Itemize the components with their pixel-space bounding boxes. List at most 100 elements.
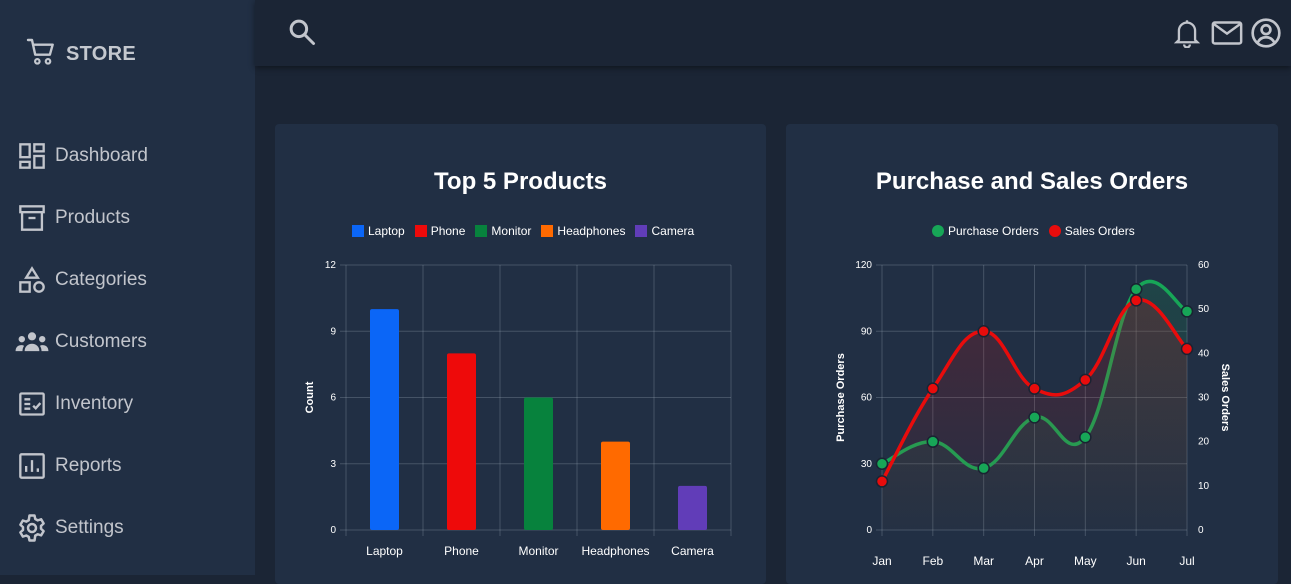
y-right-tick-label: 50 [1198, 304, 1210, 315]
legend-label: Headphones [557, 224, 626, 238]
point-sales-orders[interactable] [1180, 342, 1194, 356]
sidebar-item-label: Settings [55, 517, 124, 538]
point-sales-orders[interactable] [926, 382, 940, 395]
bar-camera[interactable] [678, 485, 707, 530]
sidebar-item-products[interactable]: Products [14, 198, 244, 238]
shapes-icon [14, 264, 50, 296]
line-chart: 0 30 60 90 120 0 10 20 30 40 50 60 Jan Feb Mar Apr May Ju… [835, 260, 1231, 568]
people-icon [14, 326, 50, 358]
y-left-axis-label: Purchase Orders [835, 353, 847, 442]
legend-item-purchase-orders[interactable]: Purchase Orders [932, 224, 1039, 238]
account-circle-icon[interactable] [1248, 15, 1284, 51]
legend-swatch [414, 225, 427, 237]
x-tick-label: Feb [922, 554, 943, 568]
bar-report-icon [14, 450, 50, 482]
point-purchase-orders[interactable] [1180, 305, 1194, 318]
chart-legend: Laptop Phone Monitor Headphones Camera [352, 223, 704, 239]
y-right-tick-label: 0 [1198, 525, 1204, 536]
legend-swatch [635, 225, 648, 237]
legend-item-laptop[interactable]: Laptop [352, 224, 405, 238]
sidebar: STORE Dashboard Products Categories Cust… [0, 0, 255, 575]
sidebar-item-customers[interactable]: Customers [14, 322, 244, 362]
bar-headphones[interactable] [601, 441, 630, 530]
sidebar-item-label: Reports [55, 455, 122, 476]
bar-laptop[interactable] [370, 309, 399, 530]
point-purchase-orders[interactable] [977, 461, 990, 475]
bell-icon[interactable] [1171, 16, 1203, 50]
y-right-tick-label: 30 [1198, 393, 1210, 404]
point-purchase-orders[interactable] [926, 435, 940, 448]
point-purchase-orders[interactable] [875, 457, 889, 470]
brand-label: STORE [66, 42, 137, 65]
point-sales-orders[interactable] [977, 325, 990, 338]
y-left-tick-label: 60 [861, 393, 873, 404]
legend-label: Phone [430, 224, 466, 238]
point-purchase-orders[interactable] [1079, 431, 1092, 444]
legend-item-sales-orders[interactable]: Sales Orders [1048, 224, 1135, 238]
legend-swatch [932, 225, 944, 237]
sidebar-item-label: Products [55, 207, 130, 228]
legend-label: Monitor [491, 224, 532, 238]
point-sales-orders[interactable] [1079, 373, 1092, 387]
legend-item-phone[interactable]: Phone [414, 224, 466, 238]
y-left-tick-label: 90 [861, 326, 873, 337]
legend-swatch [1048, 225, 1061, 237]
legend-item-headphones[interactable]: Headphones [541, 224, 625, 238]
point-sales-orders[interactable] [1028, 382, 1041, 395]
mail-icon[interactable] [1210, 16, 1244, 50]
legend-swatch [352, 225, 364, 237]
sidebar-item-label: Customers [55, 331, 147, 352]
gear-icon [14, 512, 50, 544]
sidebar-item-settings[interactable]: Settings [14, 508, 244, 548]
y-axis-label: Count [304, 381, 316, 413]
bar-phone[interactable] [447, 353, 476, 530]
x-tick-label: Phone [444, 544, 479, 558]
legend-item-camera[interactable]: Camera [635, 224, 694, 238]
y-tick-label: 0 [330, 525, 336, 536]
legend-item-monitor[interactable]: Monitor [475, 224, 531, 238]
brand[interactable]: STORE [26, 38, 136, 70]
x-tick-label: Jun [1126, 554, 1145, 568]
bar-chart: 0 3 6 9 12 Count Laptop Phone Monitor Headphones C… [304, 260, 732, 558]
sidebar-item-reports[interactable]: Reports [14, 446, 244, 486]
legend-label: Purchase Orders [948, 224, 1039, 238]
y-right-tick-label: 60 [1198, 260, 1210, 271]
point-sales-orders[interactable] [1129, 294, 1143, 307]
search-icon[interactable] [285, 15, 319, 49]
x-tick-label: May [1074, 554, 1097, 568]
chart-legend: Purchase Orders Sales Orders [932, 223, 1145, 239]
sidebar-item-categories[interactable]: Categories [14, 260, 244, 300]
x-tick-label: Laptop [366, 544, 403, 558]
y-right-tick-label: 40 [1198, 348, 1210, 359]
dashboard-icon [14, 140, 50, 172]
x-tick-label: Monitor [518, 544, 558, 558]
y-left-tick-label: 120 [855, 260, 872, 271]
sidebar-item-inventory[interactable]: Inventory [14, 384, 244, 424]
y-right-tick-label: 10 [1198, 481, 1210, 492]
sidebar-item-label: Inventory [55, 393, 134, 414]
y-tick-label: 6 [330, 393, 336, 404]
y-left-tick-label: 30 [861, 459, 873, 470]
legend-label: Sales Orders [1064, 224, 1135, 238]
cart-icon [26, 36, 58, 73]
x-tick-label: Mar [973, 554, 994, 568]
y-tick-label: 12 [325, 260, 337, 271]
bar-monitor[interactable] [524, 397, 553, 531]
y-right-tick-label: 20 [1198, 437, 1210, 448]
x-tick-label: Jul [1179, 554, 1194, 568]
y-tick-label: 9 [330, 326, 336, 337]
point-sales-orders[interactable] [875, 475, 889, 488]
sidebar-item-label: Categories [55, 269, 147, 290]
sidebar-item-dashboard[interactable]: Dashboard [14, 136, 244, 176]
x-tick-label: Headphones [581, 544, 649, 558]
checklist-icon [14, 388, 50, 420]
point-purchase-orders[interactable] [1129, 283, 1143, 296]
top-bar [255, 0, 1291, 66]
archive-box-icon [14, 202, 50, 234]
y-tick-label: 3 [330, 459, 336, 470]
x-tick-label: Apr [1025, 554, 1044, 568]
sidebar-item-label: Dashboard [55, 145, 148, 166]
legend-label: Camera [651, 224, 695, 238]
point-purchase-orders[interactable] [1028, 411, 1041, 424]
legend-swatch [475, 225, 488, 237]
